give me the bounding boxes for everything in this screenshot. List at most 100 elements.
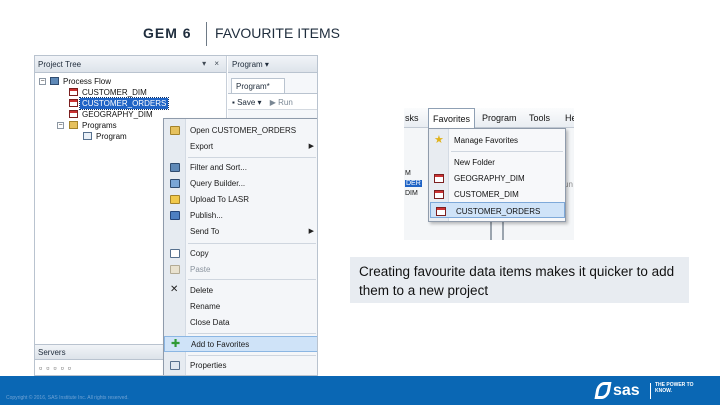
tab-program[interactable]: Program* (231, 78, 285, 93)
menu-item-label: Export (190, 142, 214, 151)
star-icon: ★ (434, 134, 444, 146)
query-builder-icon (170, 179, 180, 188)
menu-divider (188, 279, 316, 280)
background-text: DIM (405, 190, 418, 197)
menu-item-label: New Folder (454, 158, 495, 167)
program-toolbar: ▪ Save ▾ ▶ Run (228, 93, 317, 110)
menu-item-new-folder[interactable]: New Folder (429, 154, 565, 170)
menu-item-upload-lasr[interactable]: Upload To LASR (164, 192, 317, 207)
menu-divider (188, 355, 316, 356)
menu-item-label: Properties (190, 361, 227, 370)
menu-item-label: Delete (190, 286, 214, 295)
table-icon (69, 99, 78, 107)
menu-divider (451, 151, 563, 152)
save-label: Save (237, 98, 256, 107)
menu-item-label: Open CUSTOMER_ORDERS (190, 126, 297, 135)
menu-item-label: Manage Favorites (454, 136, 519, 145)
tree-item-label: GEOGRAPHY_DIM (82, 110, 153, 119)
properties-icon (170, 361, 180, 370)
run-label: Run (278, 98, 293, 107)
table-icon (434, 190, 444, 199)
menu-item-label: Publish... (190, 211, 223, 220)
publish-icon (170, 211, 180, 220)
program-icon (83, 132, 92, 140)
delete-icon: ✕ (170, 284, 179, 295)
sas-tagline: THE POWER TO KNOW. (655, 382, 694, 394)
menu-item-label: CUSTOMER_ORDERS (456, 207, 541, 216)
logo-divider (650, 383, 651, 399)
gem-number: GEM 6 (143, 25, 192, 41)
servers-title: Servers (38, 348, 66, 357)
pane-controls[interactable]: ▾ × (202, 59, 222, 68)
menu-item-filter-sort[interactable]: Filter and Sort... (164, 160, 317, 175)
menu-item-open[interactable]: Open CUSTOMER_ORDERS (164, 123, 317, 138)
menu-tasks[interactable]: sks (405, 113, 419, 123)
menu-favorites[interactable]: Favorites (428, 108, 476, 129)
slide-header: GEM 6 FAVOURITE ITEMS (0, 22, 720, 48)
menu-item-label: Add to Favorites (191, 340, 250, 349)
sas-logo-mark-icon (594, 382, 612, 399)
favorites-menu-screenshot: sks Favorites Program Tools He M DER DIM… (404, 108, 574, 240)
tree-item-customer-dim[interactable]: CUSTOMER_DIM (35, 87, 226, 98)
menu-item-paste[interactable]: Paste (164, 262, 317, 277)
menu-divider (188, 243, 316, 244)
table-icon (436, 207, 446, 216)
open-folder-icon (170, 126, 180, 135)
menu-item-publish[interactable]: Publish... (164, 208, 317, 223)
menu-item-manage-favorites[interactable]: ★ Manage Favorites (429, 132, 565, 148)
save-button[interactable]: ▪ Save ▾ (232, 98, 262, 107)
menu-program[interactable]: Program (482, 113, 517, 123)
menu-item-close-data[interactable]: Close Data (164, 315, 317, 330)
submenu-arrow-icon: ▶ (308, 143, 314, 150)
process-flow-icon (50, 77, 59, 85)
folder-icon (69, 121, 78, 129)
slide-title: FAVOURITE ITEMS (215, 25, 340, 41)
run-button[interactable]: ▶ Run (270, 98, 293, 107)
menu-item-label: Rename (190, 302, 221, 311)
menu-item-geography-dim[interactable]: GEOGRAPHY_DIM (429, 170, 565, 186)
menu-item-label: Close Data (190, 318, 230, 327)
collapse-toggle-icon[interactable]: − (57, 122, 64, 129)
tree-item-label: Process Flow (63, 77, 112, 86)
context-menu: Open CUSTOMER_ORDERS Export ▶ Filter and… (163, 118, 317, 375)
menu-item-add-to-favorites[interactable]: ✚ Add to Favorites (164, 336, 317, 352)
menu-item-label: Copy (190, 249, 209, 258)
table-icon (69, 88, 78, 96)
splitter-handle[interactable] (490, 222, 504, 240)
menu-item-properties[interactable]: Properties (164, 358, 317, 373)
table-icon (434, 174, 444, 183)
menu-item-label: Query Builder... (190, 179, 246, 188)
menu-item-copy[interactable]: Copy (164, 246, 317, 261)
upload-icon (170, 195, 180, 204)
collapse-toggle-icon[interactable]: − (39, 78, 46, 85)
menu-bar: sks Favorites Program Tools He (404, 108, 574, 129)
tree-item-label: Program (96, 132, 127, 141)
program-pane-title: Program (232, 60, 263, 69)
menu-item-customer-dim[interactable]: CUSTOMER_DIM (429, 186, 565, 202)
menu-divider (188, 333, 316, 334)
add-favorite-icon: ✚ (171, 338, 181, 350)
menu-item-label: Filter and Sort... (190, 163, 247, 172)
background-text-selected: DER (405, 180, 422, 187)
header-divider (206, 22, 207, 46)
menu-help[interactable]: He (565, 113, 574, 123)
menu-item-label: Send To (190, 227, 220, 236)
filter-icon (170, 163, 180, 172)
tree-item-label: CUSTOMER_DIM (82, 88, 147, 97)
copyright-text: Copyright © 2016, SAS Institute Inc. All… (6, 395, 129, 401)
tree-item-customer-orders[interactable]: CUSTOMER_ORDERS (35, 97, 226, 110)
menu-divider (188, 157, 316, 158)
sas-logo-wordmark: sas (613, 382, 640, 399)
menu-item-query-builder[interactable]: Query Builder... (164, 176, 317, 191)
tab-program-label: Program* (236, 82, 270, 91)
table-icon (69, 110, 78, 118)
tree-item-process-flow[interactable]: − Process Flow (35, 76, 226, 87)
menu-item-send-to[interactable]: Send To ▶ (164, 224, 317, 239)
menu-tools[interactable]: Tools (529, 113, 550, 123)
menu-item-rename[interactable]: Rename (164, 299, 317, 314)
favorites-menu: ★ Manage Favorites New Folder GEOGRAPHY_… (428, 128, 566, 222)
menu-item-label: CUSTOMER_DIM (454, 190, 519, 199)
menu-item-customer-orders[interactable]: CUSTOMER_ORDERS (430, 202, 565, 218)
menu-item-delete[interactable]: ✕ Delete (164, 283, 317, 298)
menu-item-export[interactable]: Export ▶ (164, 139, 317, 154)
